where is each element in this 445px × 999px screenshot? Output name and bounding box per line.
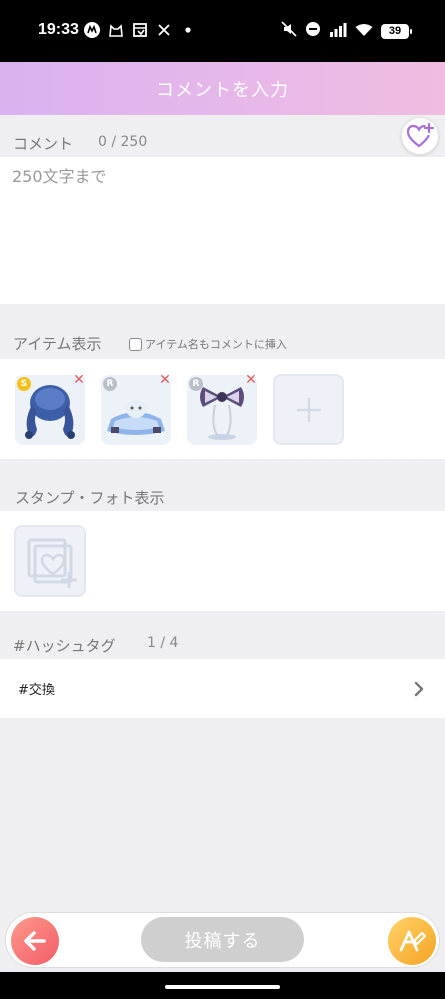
- hashtag-row[interactable]: #交換: [0, 659, 445, 718]
- m-icon: [84, 22, 100, 38]
- comment-counter: 0 / 250: [98, 134, 148, 150]
- hair-item-image: [25, 385, 75, 439]
- cat-icon: [108, 22, 124, 38]
- x-icon: [156, 22, 172, 38]
- status-time: 19:33: [38, 21, 79, 38]
- item-slot-2[interactable]: R ✕: [101, 373, 171, 445]
- stamp-label: スタンプ・フォト表示: [15, 489, 165, 507]
- signal-icon: [329, 22, 347, 41]
- box-icon: [132, 22, 148, 38]
- plus-icon: [296, 397, 321, 422]
- favorite-add-button[interactable]: [401, 117, 439, 155]
- comment-label: コメント: [13, 135, 74, 153]
- home-indicator[interactable]: [165, 985, 280, 989]
- add-item-button[interactable]: [273, 374, 344, 445]
- ai-icon: [399, 930, 427, 952]
- photo-heart-plus-icon: [27, 538, 77, 588]
- dot-icon: [180, 22, 196, 38]
- items-label: アイテム表示: [13, 335, 102, 353]
- back-button[interactable]: [11, 917, 59, 965]
- item-slot-3[interactable]: R ✕: [187, 373, 257, 445]
- page-header: コメントを入力: [0, 62, 445, 115]
- wifi-icon: [355, 22, 373, 41]
- status-right: 39: [281, 21, 412, 41]
- insert-item-name-option[interactable]: アイテム名もコメントに挿入: [129, 336, 287, 352]
- hashtag-label: #ハッシュタグ: [13, 637, 116, 655]
- arrow-left-icon: [24, 931, 46, 951]
- dress-item-image: [107, 400, 165, 435]
- battery-icon: 39: [381, 23, 412, 39]
- minus-circle-icon: [305, 21, 321, 41]
- status-bar: 19:33 39: [0, 0, 445, 62]
- hashtag-value: #交換: [18, 683, 55, 698]
- insert-item-name-label: アイテム名もコメントに挿入: [145, 338, 287, 351]
- heart-plus-icon: [406, 122, 435, 148]
- mute-icon: [281, 21, 297, 41]
- post-button[interactable]: 投稿する: [141, 917, 304, 962]
- chevron-right-icon: [414, 681, 424, 696]
- page-title: コメントを入力: [156, 79, 289, 101]
- ai-assist-button[interactable]: [388, 917, 436, 965]
- insert-item-name-checkbox[interactable]: [129, 337, 142, 351]
- bow-item-image: [200, 387, 244, 440]
- add-stamp-button[interactable]: [14, 525, 86, 597]
- hashtag-counter: 1 / 4: [147, 635, 179, 651]
- comment-input[interactable]: [0, 157, 445, 304]
- item-slot-1[interactable]: S ✕: [15, 373, 85, 445]
